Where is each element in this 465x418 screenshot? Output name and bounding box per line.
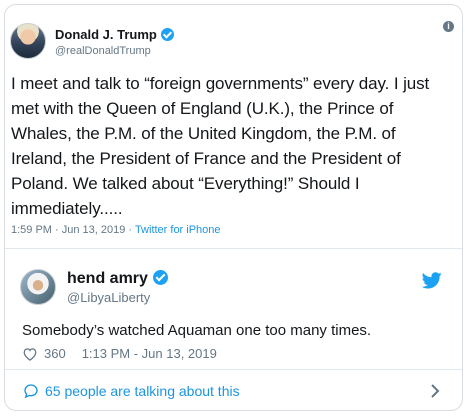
quoted-author-handle[interactable]: @realDonaldTrump: [55, 45, 151, 57]
quoted-tweet-meta: 1:59 PM · Jun 13, 2019 · Twitter for iPh…: [11, 224, 221, 236]
reply-tweet-meta: 360 1:13 PM - Jun 13, 2019: [22, 346, 217, 361]
chevron-right-icon[interactable]: [430, 383, 440, 399]
conversation-label[interactable]: 65 people are talking about this: [45, 383, 240, 399]
quoted-author-avatar[interactable]: [10, 23, 46, 59]
conversation-link[interactable]: 65 people are talking about this: [5, 369, 462, 410]
reply-tweet-text: Somebody’s watched Aquaman one too many …: [22, 322, 372, 339]
reply-tweet: hend amry @LibyaLiberty Somebody’s watch…: [5, 250, 462, 366]
reply-author-avatar[interactable]: [20, 269, 56, 305]
heart-icon[interactable]: [22, 347, 38, 361]
twitter-bird-icon[interactable]: [422, 272, 442, 289]
quoted-tweet-text: I meet and talk to “foreign governments”…: [11, 74, 430, 218]
quoted-tweet[interactable]: Donald J. Trump @realDonaldTrump i I mee…: [5, 5, 462, 249]
quoted-author-name-text[interactable]: Donald J. Trump: [55, 27, 157, 42]
reply-author-name[interactable]: hend amry: [67, 270, 168, 288]
reply-tweet-timestamp[interactable]: 1:13 PM - Jun 13, 2019: [82, 346, 217, 361]
reply-author-name-text[interactable]: hend amry: [67, 270, 148, 287]
like-count[interactable]: 360: [44, 346, 66, 361]
reply-author-handle[interactable]: @LibyaLiberty: [67, 290, 150, 305]
verified-badge-icon: [160, 28, 174, 41]
info-icon[interactable]: i: [443, 21, 454, 32]
chat-bubble-icon: [24, 384, 38, 399]
quoted-author-name[interactable]: Donald J. Trump: [55, 27, 174, 42]
quoted-tweet-source[interactable]: Twitter for iPhone: [135, 224, 221, 236]
tweet-embed-card: Donald J. Trump @realDonaldTrump i I mee…: [4, 4, 463, 411]
verified-badge-icon: [152, 270, 168, 285]
quoted-tweet-time[interactable]: 1:59 PM · Jun 13, 2019 ·: [11, 224, 135, 236]
